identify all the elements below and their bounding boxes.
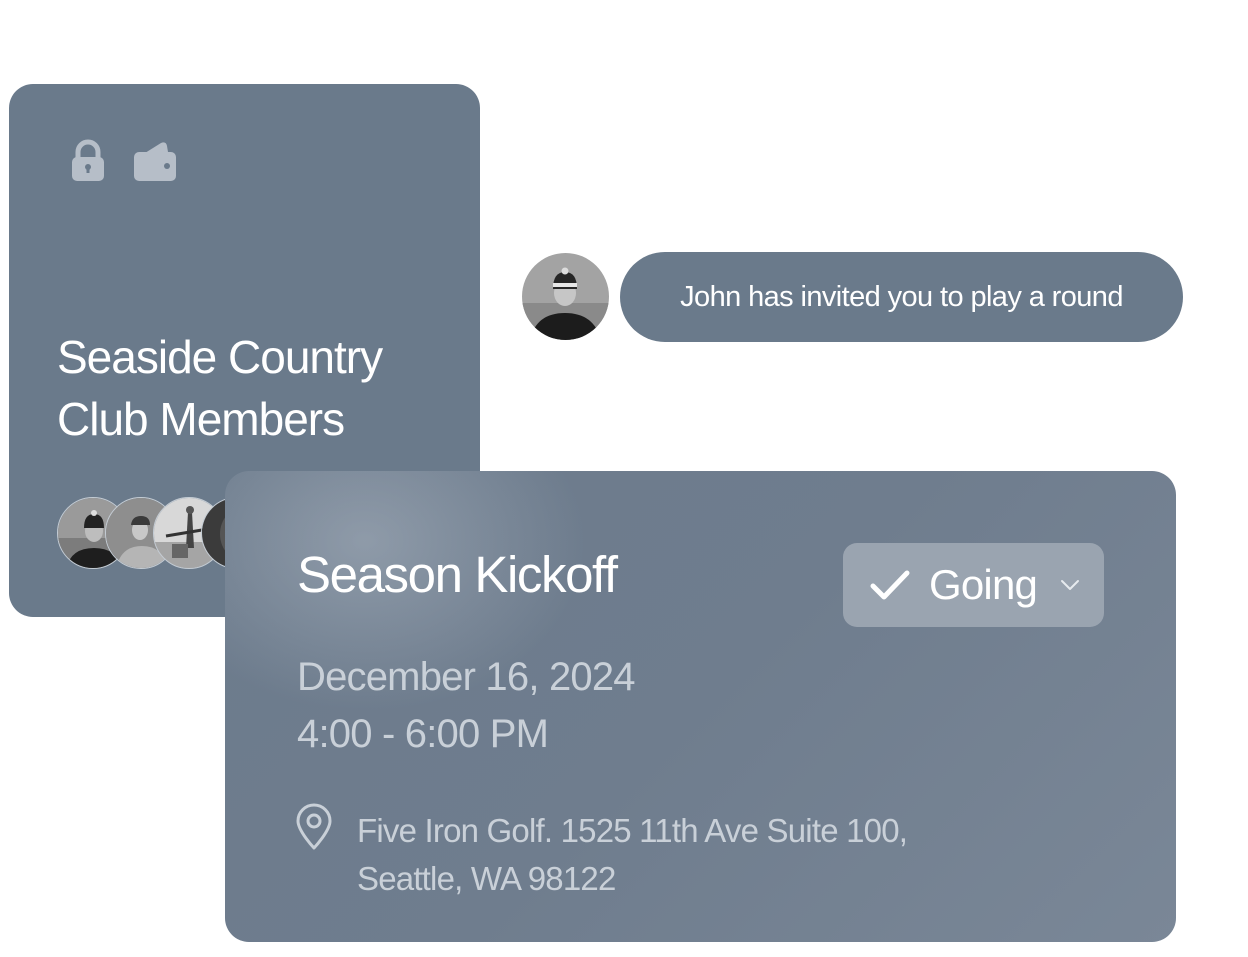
invite-message: John has invited you to play a round xyxy=(680,280,1123,313)
location-pin-icon xyxy=(296,803,332,850)
event-card[interactable]: Season Kickoff Going December 16, 2024 4… xyxy=(225,471,1176,942)
event-location-line1: Five Iron Golf. 1525 11th Ave Suite 100, xyxy=(357,812,908,849)
event-location-line2: Seattle, WA 98122 xyxy=(357,860,616,897)
inviter-avatar[interactable] xyxy=(522,253,609,340)
invite-message-bubble[interactable]: John has invited you to play a round xyxy=(620,252,1183,342)
event-title: Season Kickoff xyxy=(297,546,618,603)
club-title: Seaside Country Club Members xyxy=(57,326,457,450)
rsvp-dropdown-button[interactable]: Going xyxy=(843,543,1104,627)
rsvp-status-label: Going xyxy=(929,561,1038,608)
event-date: December 16, 2024 xyxy=(297,655,636,699)
event-location[interactable]: Five Iron Golf. 1525 11th Ave Suite 100,… xyxy=(357,807,1057,903)
chevron-down-icon xyxy=(1061,580,1080,590)
club-title-line1: Seaside Country xyxy=(57,331,383,383)
app-canvas: Seaside Country Club Members John has in… xyxy=(0,0,1248,957)
club-title-line2: Club Members xyxy=(57,393,345,445)
inviter-photo xyxy=(522,253,609,340)
club-icons xyxy=(64,136,178,184)
lock-icon xyxy=(72,139,104,181)
wallet-icon xyxy=(134,142,176,181)
check-icon xyxy=(870,570,910,600)
event-time: 4:00 - 6:00 PM xyxy=(297,712,549,756)
